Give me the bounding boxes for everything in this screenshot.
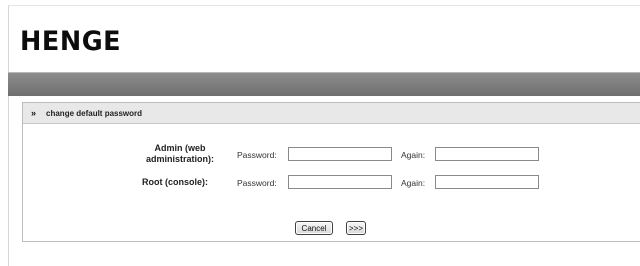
panel-header[interactable]: » change default password (23, 103, 640, 124)
admin-password-input[interactable] (288, 147, 392, 161)
header-bar (8, 72, 640, 96)
root-password-input[interactable] (288, 175, 392, 189)
root-again-label: Again: (401, 178, 426, 188)
double-chevron-right-icon: » (31, 108, 37, 118)
next-button[interactable]: >>> (346, 221, 366, 235)
root-again-input[interactable] (435, 175, 539, 189)
brand-logo: HENGE (20, 26, 122, 57)
admin-row-label: Admin (web administration): (145, 143, 214, 164)
admin-again-label: Again: (401, 150, 426, 160)
root-password-label: Password: (237, 178, 277, 188)
admin-password-label: Password: (237, 150, 277, 160)
root-row-label: Root (console): (142, 177, 208, 187)
admin-again-input[interactable] (435, 147, 539, 161)
cancel-button[interactable]: Cancel (295, 221, 333, 235)
panel-title: change default password (46, 108, 143, 118)
